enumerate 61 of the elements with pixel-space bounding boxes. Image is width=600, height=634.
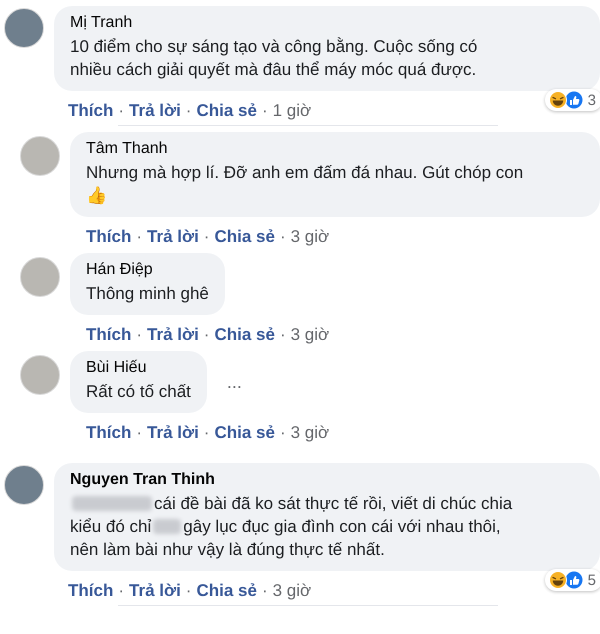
haha-and-like-icons <box>548 91 584 109</box>
separator-dot: · <box>280 423 286 443</box>
author-name[interactable]: Hán Điệp <box>86 261 209 279</box>
action-link[interactable]: Thích <box>68 101 114 121</box>
reaction-badge[interactable]: 3 <box>544 89 600 111</box>
avatar-photo[interactable] <box>4 465 44 505</box>
comment-text: gây lục đục gia đình con cái với nhau thôi, <box>183 516 501 538</box>
separator-dot: · <box>118 101 124 121</box>
timestamp: 3 giờ <box>290 227 330 247</box>
author-name[interactable]: Nguyen Tran Thinh <box>70 471 584 489</box>
comment-text: 10 điểm cho sự sáng tạo và công bằng. Cuộc sống có <box>70 36 478 58</box>
separator-dot: · <box>262 581 268 601</box>
action-link[interactable]: Thích <box>86 423 132 443</box>
separator-dot: · <box>204 325 210 345</box>
avatar-photo[interactable] <box>20 355 60 395</box>
action-link[interactable]: Trả lời <box>147 227 199 247</box>
separator-dot: · <box>136 325 142 345</box>
separator-dot: · <box>262 101 268 121</box>
separator-dot: · <box>186 101 192 121</box>
action-link[interactable]: Chia sẻ <box>214 423 275 443</box>
action-link[interactable]: Chia sẻ <box>214 325 275 345</box>
comment-text: Rất có tố chất <box>86 381 191 403</box>
reaction-badge[interactable]: 5 <box>544 569 600 591</box>
separator-dot: · <box>204 423 210 443</box>
action-link[interactable]: Chia sẻ <box>214 227 275 247</box>
avatar-photo[interactable] <box>4 8 44 48</box>
separator-dot: · <box>136 423 142 443</box>
comment-text: nhiều cách giải quyết mà đâu thể máy móc quá được. <box>70 59 476 81</box>
comment-text: nên làm bài như vậy là đúng thực tế nhất. <box>70 539 385 561</box>
author-name[interactable]: Bùi Hiếu <box>86 359 191 377</box>
timestamp: 3 giờ <box>272 581 312 601</box>
separator-dot: · <box>186 581 192 601</box>
avatar-photo[interactable] <box>20 136 60 176</box>
action-link[interactable]: Thích <box>86 227 132 247</box>
comment-text: 👍 <box>86 185 107 207</box>
separator-dot: · <box>280 227 286 247</box>
action-link[interactable]: Trả lời <box>129 101 181 121</box>
action-link[interactable]: Chia sẻ <box>196 101 257 121</box>
haha-and-like-icons <box>548 571 584 589</box>
timestamp: 3 giờ <box>290 423 330 443</box>
action-link[interactable]: Thích <box>68 581 114 601</box>
action-link[interactable]: Chia sẻ <box>196 581 257 601</box>
author-name[interactable]: Tâm Thanh <box>86 140 584 158</box>
separator-dot: · <box>136 227 142 247</box>
action-link[interactable]: Trả lời <box>147 325 199 345</box>
separator-dot: · <box>280 325 286 345</box>
comment-text: cái đề bài đã ko sát thực tế rồi, viết di chúc chia <box>154 493 512 515</box>
timestamp: 3 giờ <box>290 325 330 345</box>
author-name[interactable]: Mị Tranh <box>70 14 584 32</box>
comment-text: kiểu đó chỉ <box>70 516 152 538</box>
timestamp: 1 giờ <box>272 101 312 121</box>
more-button[interactable]: ... <box>226 372 242 392</box>
avatar-photo[interactable] <box>20 257 60 297</box>
action-link[interactable]: Thích <box>86 325 132 345</box>
comment-text: Nhưng mà hợp lí. Đỡ anh em đấm đá nhau. Gút chóp con <box>86 162 524 184</box>
comment-text: Thông minh ghê <box>86 283 209 305</box>
action-link[interactable]: Trả lời <box>129 581 181 601</box>
separator-dot: · <box>204 227 210 247</box>
blurred-text <box>153 519 182 534</box>
separator-dot: · <box>118 581 124 601</box>
action-link[interactable]: Trả lời <box>147 423 199 443</box>
